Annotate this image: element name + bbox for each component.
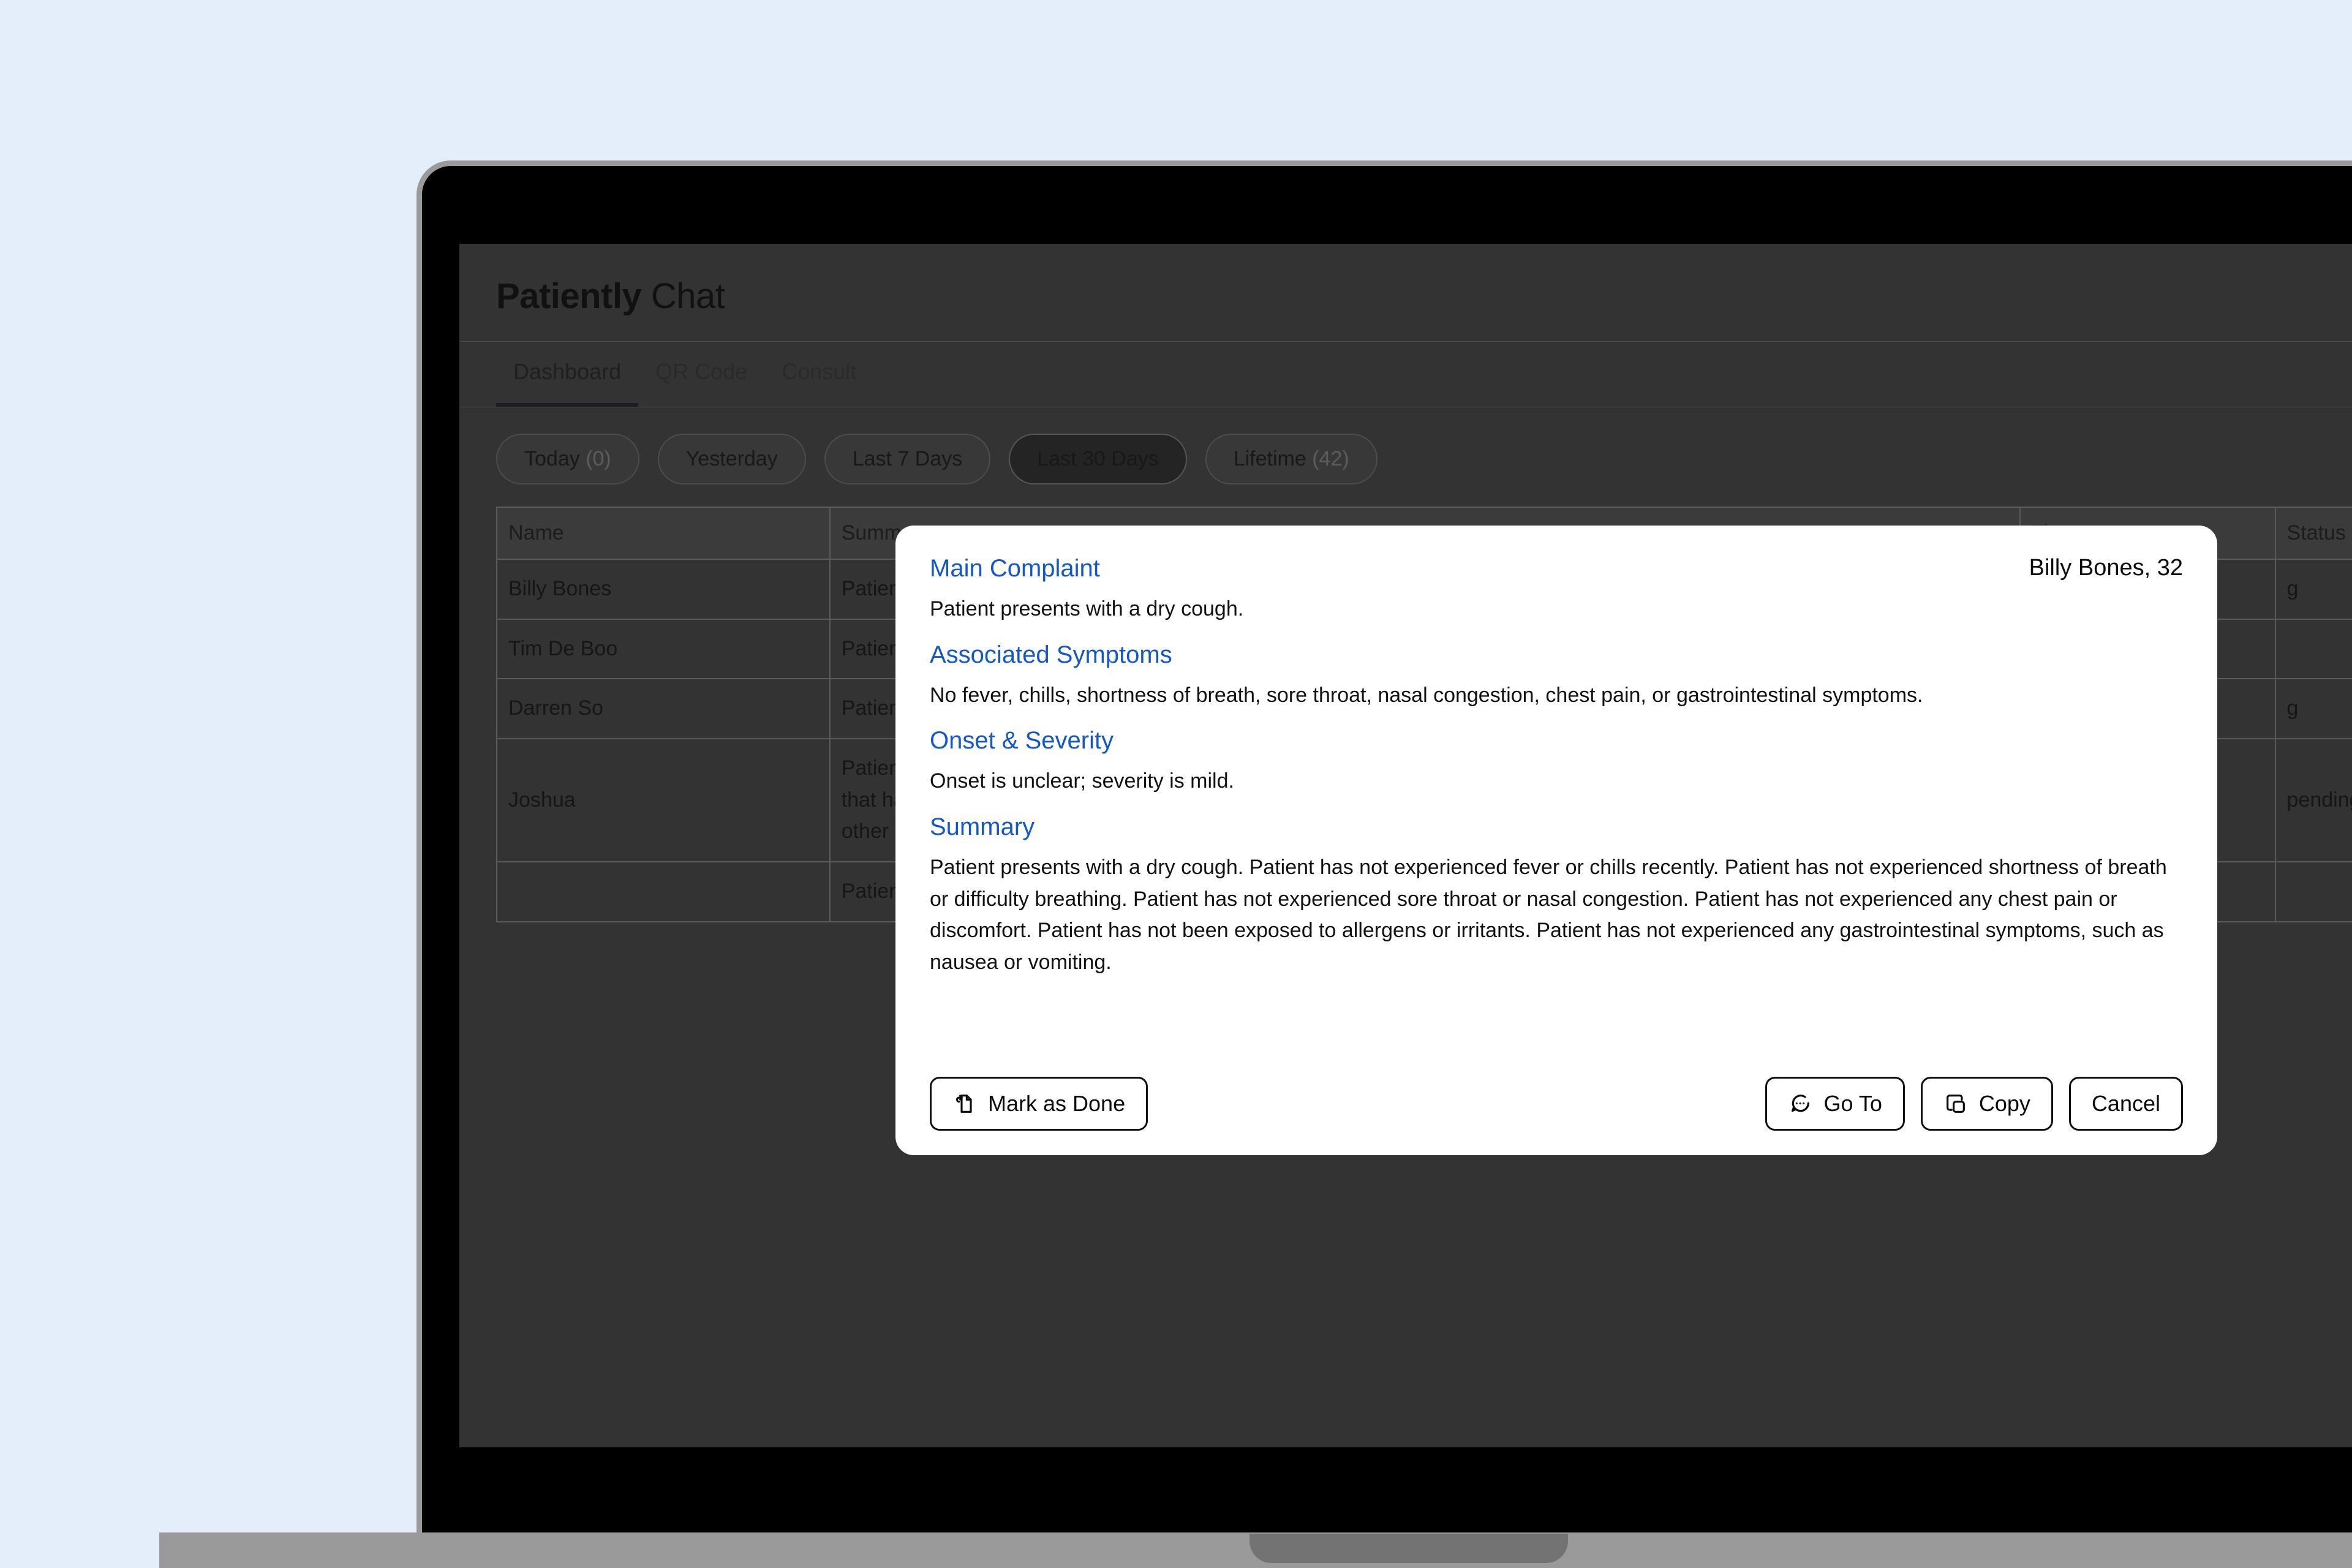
cell-status: g	[2274, 678, 2352, 740]
go-to-button[interactable]: Go To	[1765, 1077, 1905, 1131]
app-header: Patiently Chat	[459, 244, 2352, 341]
filter-label-today: Today	[524, 447, 580, 470]
cell-status: g	[2274, 559, 2352, 620]
modal-body-associated-symptoms: No fever, chills, shortness of breath, s…	[930, 683, 1923, 707]
filter-bar: Today (0) Yesterday Last 7 Days Last 30 …	[459, 407, 2352, 507]
cell-status	[2274, 618, 2352, 680]
cell-status: pending	[2274, 738, 2352, 863]
filter-label-yesterday: Yesterday	[685, 447, 778, 470]
modal-body-onset-severity: Onset is unclear; severity is mild.	[930, 769, 1234, 793]
copy-icon	[1943, 1091, 1968, 1116]
filter-pill-last-30-days[interactable]: Last 30 Days	[1009, 433, 1187, 484]
modal-right-buttons: Go To Copy Cancel	[1765, 1077, 2183, 1131]
filter-count-today: (0)	[586, 447, 611, 470]
filter-label-last-7-days: Last 7 Days	[852, 447, 963, 470]
modal-body-main-complaint: Patient presents with a dry cough.	[930, 597, 1244, 620]
column-header-status[interactable]: Status	[2274, 507, 2352, 560]
filter-label-last-30-days: Last 30 Days	[1037, 447, 1159, 470]
cell-name: Billy Bones	[496, 559, 831, 620]
filter-pill-last-7-days[interactable]: Last 7 Days	[824, 433, 991, 484]
modal-patient-name: Billy Bones, 32	[2029, 555, 2183, 581]
filter-count-lifetime: (42)	[1312, 447, 1349, 470]
modal-body-summary: Patient presents with a dry cough. Patie…	[930, 856, 2167, 974]
copy-label: Copy	[1978, 1091, 2030, 1116]
filter-pill-today[interactable]: Today (0)	[496, 433, 639, 484]
app-title-light: Chat	[650, 276, 725, 316]
tab-consult[interactable]: Consult	[764, 338, 873, 407]
cell-name: Joshua	[496, 738, 831, 863]
cell-name: Darren So	[496, 678, 831, 740]
modal-heading-summary: Summary	[930, 813, 1035, 841]
filter-label-lifetime: Lifetime	[1233, 447, 1306, 470]
cell-status	[2274, 861, 2352, 922]
cell-name	[496, 861, 831, 922]
tab-bar: Dashboard QR Code Consult	[459, 341, 2352, 407]
column-header-name[interactable]: Name	[496, 507, 831, 560]
cancel-label: Cancel	[2091, 1091, 2160, 1116]
cell-name: Tim De Boo	[496, 618, 831, 680]
filter-pill-yesterday[interactable]: Yesterday	[657, 433, 806, 484]
modal-heading-associated-symptoms: Associated Symptoms	[930, 641, 1172, 668]
tab-qr-code[interactable]: QR Code	[638, 338, 764, 407]
go-to-label: Go To	[1823, 1091, 1882, 1116]
cancel-button[interactable]: Cancel	[2068, 1077, 2183, 1131]
mark-as-done-button[interactable]: Mark as Done	[930, 1077, 1148, 1131]
screenshot-stage: Patiently Chat Dashboard QR Code Consult…	[0, 0, 2352, 1568]
copy-button[interactable]: Copy	[1920, 1077, 2053, 1131]
modal-header: Main Complaint Billy Bones, 32	[930, 555, 2183, 582]
modal-action-bar: Mark as Done Go To Copy Cancel	[930, 1058, 2183, 1131]
filter-pill-lifetime[interactable]: Lifetime (42)	[1205, 433, 1378, 484]
laptop-trackpad-notch	[1250, 1534, 1568, 1563]
page-title: Patiently Chat	[496, 276, 2352, 317]
chat-bubble-icon	[1788, 1091, 1812, 1116]
mark-as-done-label: Mark as Done	[988, 1091, 1126, 1116]
consult-detail-modal: Main Complaint Billy Bones, 32 Patient p…	[895, 526, 2217, 1155]
modal-heading-onset-severity: Onset & Severity	[930, 727, 1114, 755]
tab-dashboard[interactable]: Dashboard	[496, 338, 639, 407]
app-title-brand: Patiently	[496, 276, 642, 316]
document-arrow-icon	[952, 1091, 977, 1116]
modal-heading-main-complaint: Main Complaint	[930, 555, 1100, 582]
